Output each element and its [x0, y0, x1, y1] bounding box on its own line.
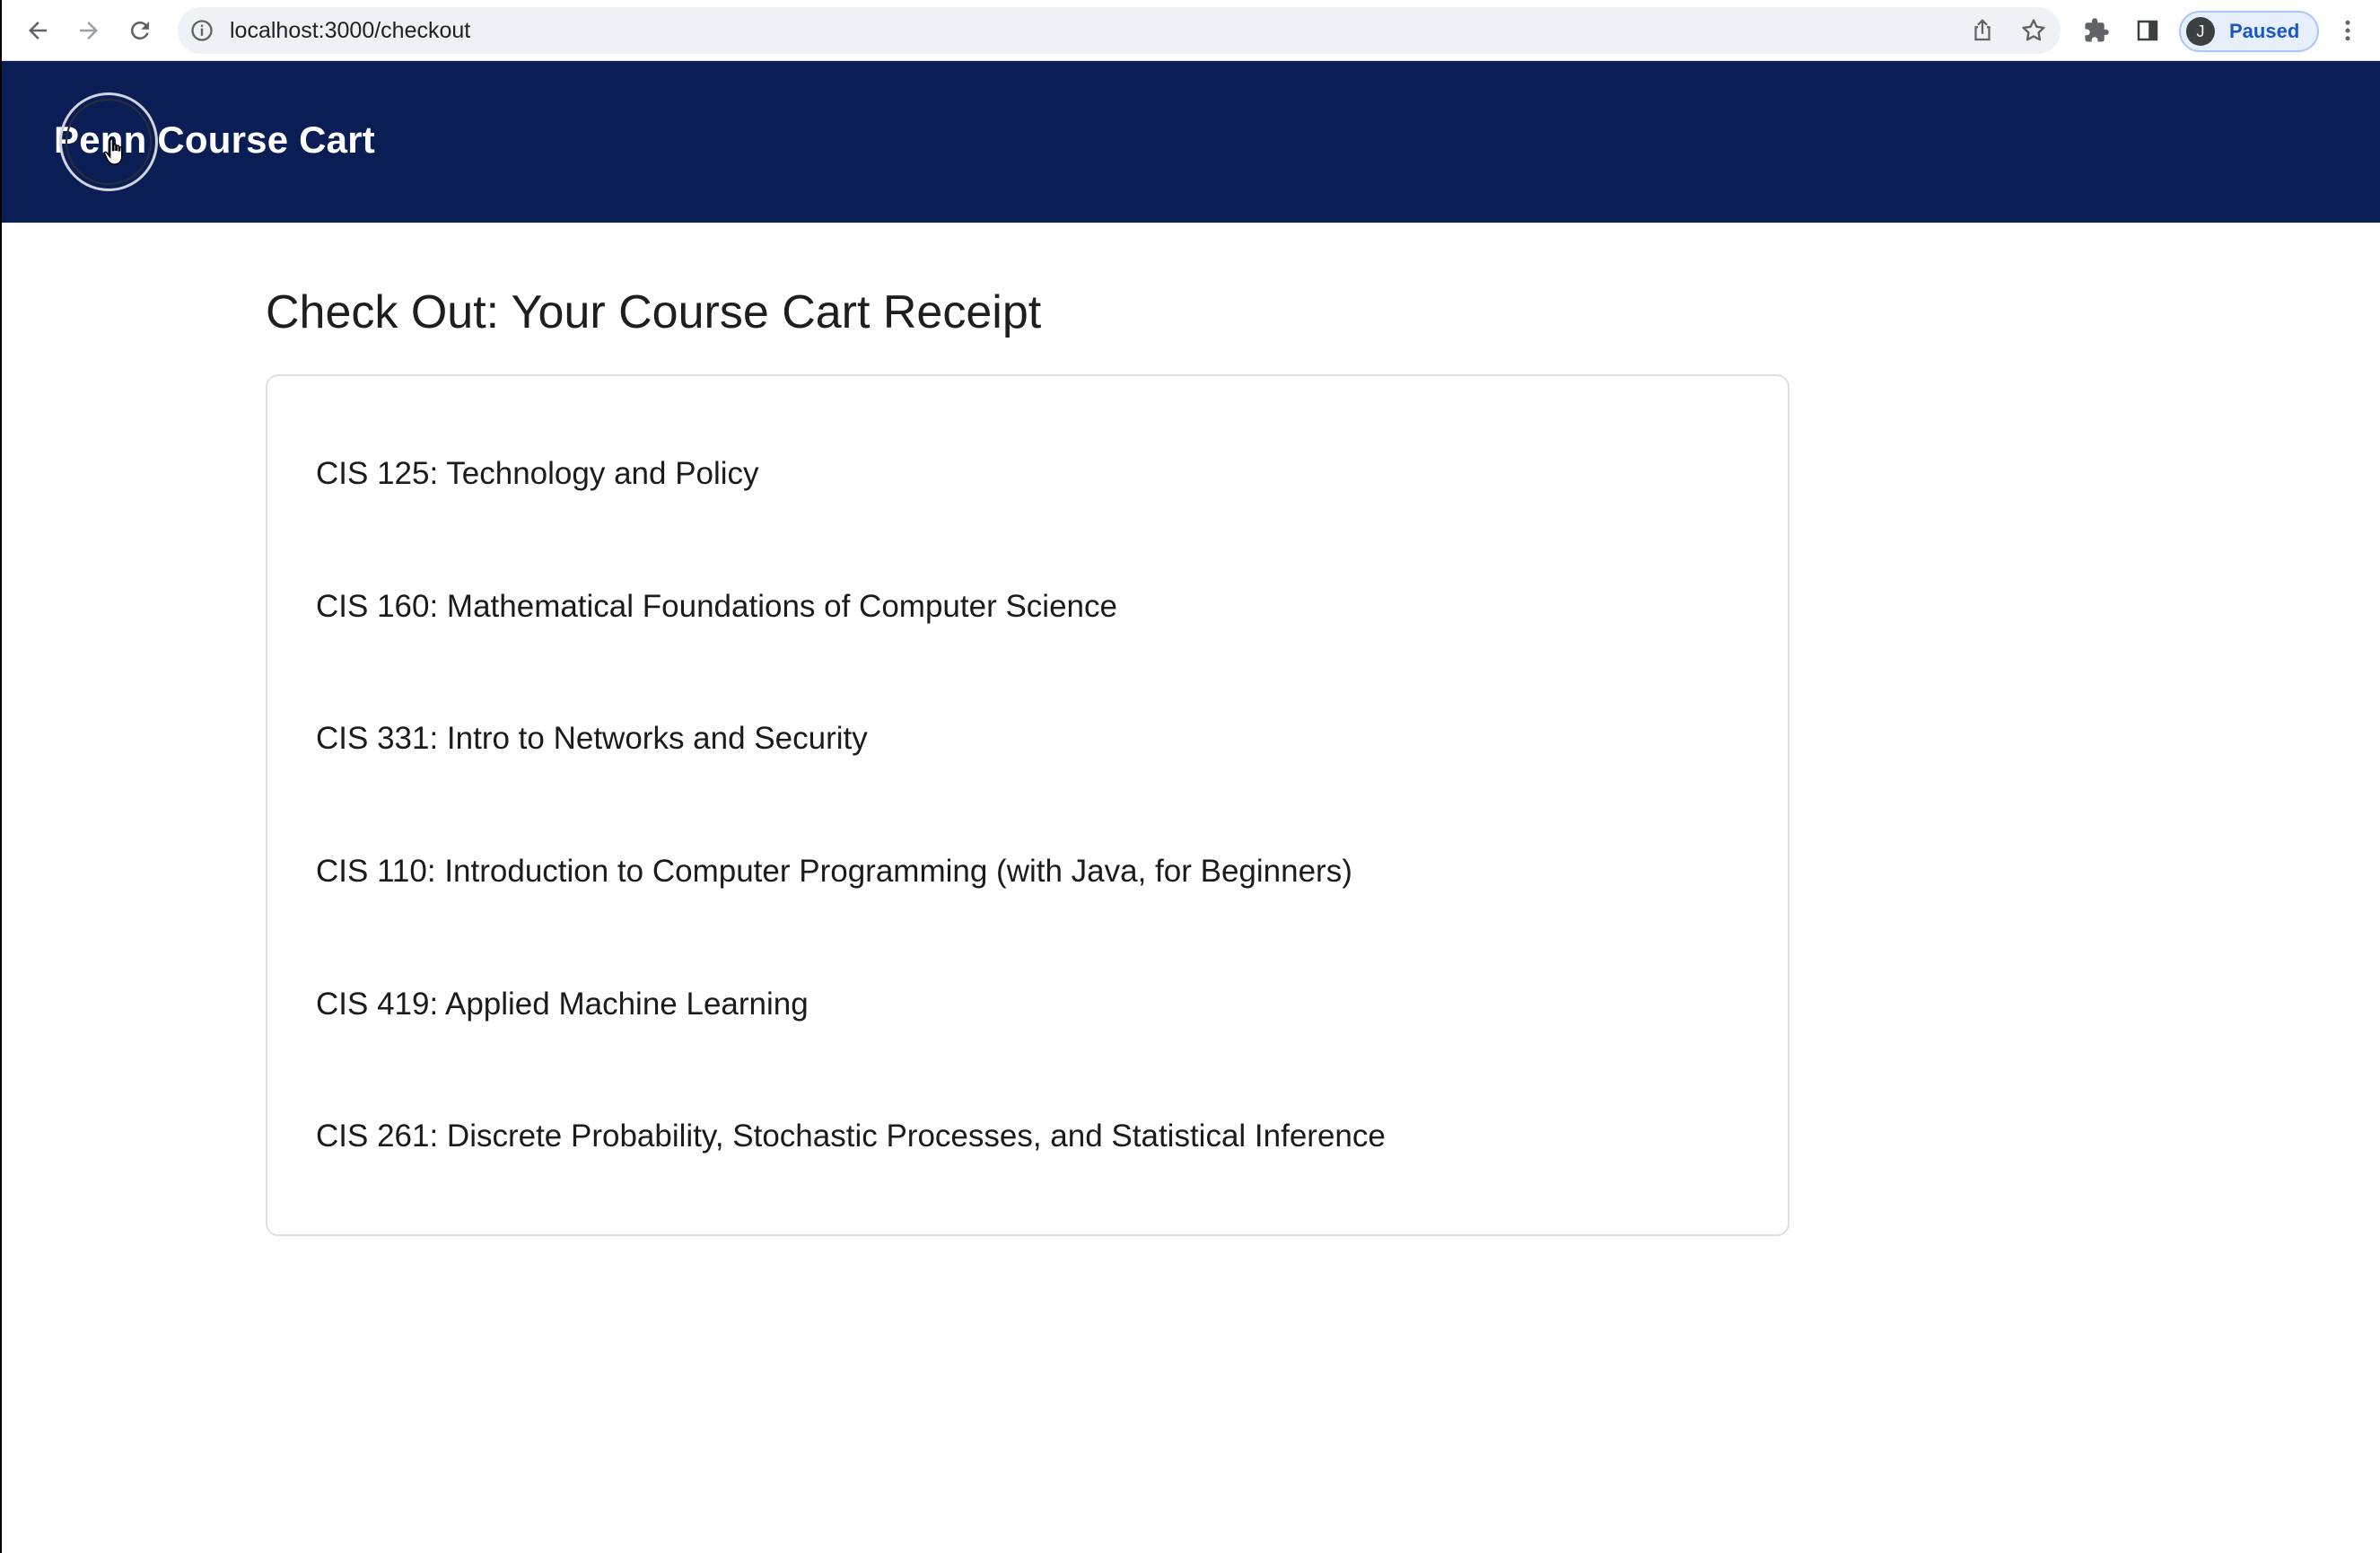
forward-button[interactable] [71, 13, 107, 48]
profile-button[interactable]: J Paused [2179, 11, 2319, 52]
address-bar[interactable]: localhost:3000/checkout [178, 7, 2061, 54]
menu-icon [2345, 20, 2350, 41]
avatar: J [2186, 17, 2215, 46]
browser-window: localhost:3000/checkout J Paused Penn Co… [2, 0, 2380, 1553]
course-item: CIS 331: Intro to Networks and Security [316, 721, 868, 756]
menu-button[interactable] [2330, 13, 2366, 48]
share-icon[interactable] [1969, 17, 1996, 44]
browser-toolbar: localhost:3000/checkout J Paused [2, 0, 2380, 61]
extensions-icon [2085, 18, 2109, 42]
url-text[interactable]: localhost:3000/checkout [230, 7, 470, 54]
profile-status: Paused [2229, 20, 2300, 42]
course-item: CIS 110: Introduction to Computer Progra… [316, 854, 1352, 889]
back-icon [29, 22, 47, 39]
course-item: CIS 125: Technology and Policy [316, 456, 759, 491]
hand-cursor-icon [103, 137, 123, 165]
forward-icon [80, 22, 98, 39]
reload-button[interactable] [122, 13, 158, 48]
course-item: CIS 160: Mathematical Foundations of Com… [316, 589, 1117, 624]
receipt-card: CIS 125: Technology and Policy CIS 160: … [266, 374, 1789, 1236]
star-icon[interactable] [2019, 16, 2048, 45]
page-title: Check Out: Your Course Cart Receipt [266, 286, 1042, 338]
reload-icon [130, 21, 149, 39]
course-item: CIS 419: Applied Machine Learning [316, 987, 809, 1022]
extensions-button[interactable] [2078, 13, 2114, 48]
side-panel-button[interactable] [2130, 13, 2166, 48]
course-item: CIS 261: Discrete Probability, Stochasti… [316, 1119, 1386, 1154]
side-panel-icon [2137, 20, 2158, 41]
info-icon[interactable] [188, 17, 215, 44]
app-header: Penn Course Cart [2, 61, 2380, 223]
back-button[interactable] [20, 13, 56, 48]
